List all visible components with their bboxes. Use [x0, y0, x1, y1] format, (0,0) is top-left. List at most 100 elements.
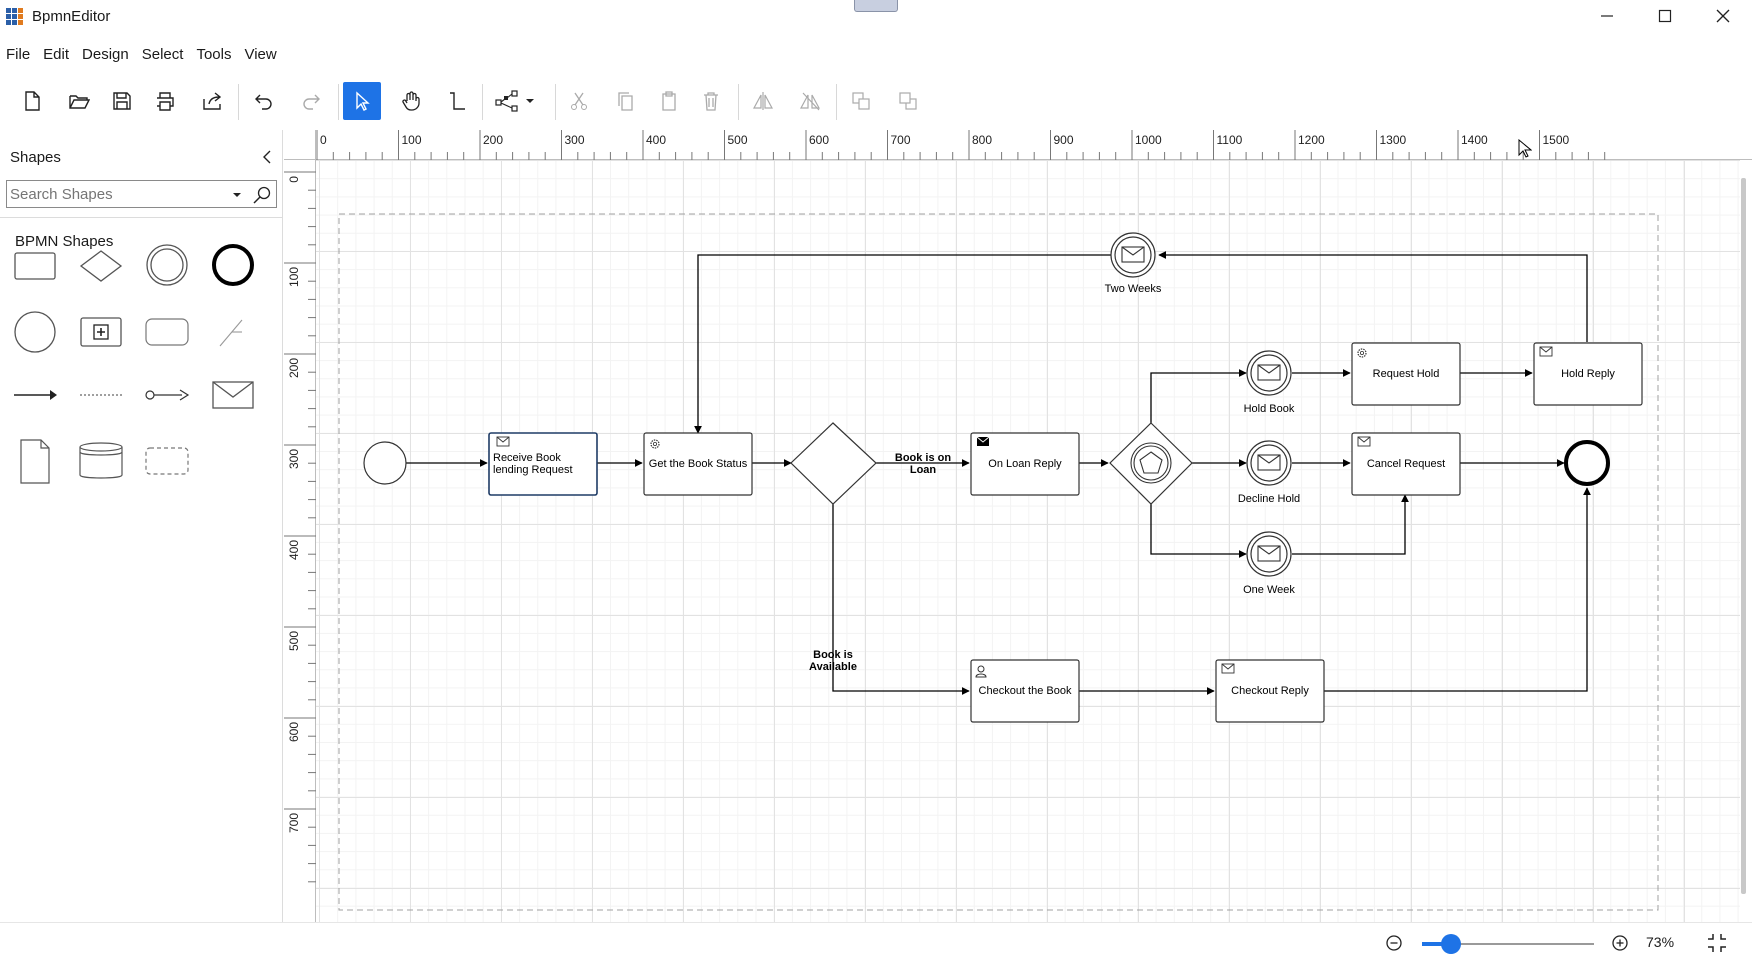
- message-envelope-icon: [212, 381, 254, 409]
- ruler-tick-label: 1500: [1543, 133, 1570, 147]
- cut-button[interactable]: [560, 82, 598, 120]
- ruler-tick-label: 1200: [1298, 133, 1325, 147]
- app-icon: [6, 8, 23, 25]
- title-bar: BpmnEditor: [0, 0, 1752, 34]
- vertical-scrollbar[interactable]: [1741, 178, 1746, 894]
- search-input[interactable]: [10, 184, 224, 204]
- flip-vertical-button[interactable]: [791, 82, 829, 120]
- flip-horizontal-button[interactable]: [744, 82, 782, 120]
- palette-rounded-task[interactable]: [139, 305, 195, 359]
- palette-message[interactable]: [205, 368, 261, 422]
- palette-data-object[interactable]: [7, 434, 63, 488]
- menu-tools[interactable]: Tools: [190, 40, 238, 68]
- exclusive-gateway: [790, 422, 877, 505]
- copy-button[interactable]: [607, 82, 645, 120]
- send-backward-button[interactable]: [889, 82, 927, 120]
- zoom-out-button[interactable]: [1384, 933, 1404, 953]
- open-button[interactable]: [60, 82, 98, 120]
- layout-dropdown-button[interactable]: [490, 82, 542, 120]
- trash-icon: [704, 92, 718, 111]
- page-boundary: [338, 213, 1659, 911]
- vertical-ruler[interactable]: 0 100 200 300 400 500 600 700: [284, 160, 316, 922]
- cut-icon: [571, 92, 587, 110]
- print-button[interactable]: [146, 82, 184, 120]
- menu-view[interactable]: View: [238, 40, 283, 68]
- palette-data-store[interactable]: [73, 434, 129, 488]
- palette-task[interactable]: [7, 238, 63, 292]
- maximize-icon: [1658, 9, 1672, 23]
- palette-message-flow[interactable]: [139, 368, 195, 422]
- collapse-panel-button[interactable]: [256, 146, 278, 168]
- palette-association[interactable]: [205, 305, 261, 359]
- ruler-tick-label: 700: [891, 133, 911, 147]
- new-file-button[interactable]: [13, 82, 51, 120]
- subprocess-icon: [80, 317, 122, 347]
- zoom-out-icon: [1386, 935, 1402, 951]
- diagram-canvas[interactable]: Receive Book lending Request Get the Boo…: [316, 160, 1740, 922]
- message-flow-icon: [145, 389, 190, 401]
- window-drag-handle[interactable]: [854, 0, 898, 12]
- label-hold-book: Hold Book: [1243, 403, 1295, 415]
- horizontal-ruler-scale: 0 100 200 300 400 500 600 700 800 900 1000 1100 1200…: [316, 130, 1606, 160]
- palette-subprocess[interactable]: [73, 305, 129, 359]
- diagram-svg: [338, 213, 1659, 911]
- task-shape-icon: [14, 252, 56, 280]
- shapes-panel-title: Shapes: [10, 149, 61, 166]
- flip-vertical-icon: [799, 92, 821, 111]
- select-tool-button[interactable]: [343, 82, 381, 120]
- new-file-icon: [25, 91, 40, 111]
- menu-select[interactable]: Select: [136, 40, 191, 68]
- save-icon: [113, 92, 131, 110]
- window-title: BpmnEditor: [32, 8, 111, 25]
- search-dropdown-button[interactable]: [229, 187, 245, 203]
- edge-label-available: Book is Available: [809, 649, 857, 673]
- ruler-tick-label: 600: [287, 722, 301, 742]
- palette-sequence-flow[interactable]: [7, 368, 63, 422]
- menu-design[interactable]: Design: [76, 40, 136, 68]
- connector-icon: [450, 92, 465, 110]
- maximize-button[interactable]: [1636, 0, 1694, 32]
- delete-button[interactable]: [692, 82, 730, 120]
- zoom-slider[interactable]: [1422, 934, 1594, 954]
- zoom-slider-thumb[interactable]: [1441, 934, 1462, 954]
- horizontal-ruler[interactable]: 0 100 200 300 400 500 600 700 800 900 1000 1100 1200…: [316, 130, 1752, 160]
- ruler-tick-label: 100: [402, 133, 422, 147]
- connector-tool-button[interactable]: [438, 82, 476, 120]
- rounded-task-icon: [145, 318, 189, 346]
- chevron-left-icon: [263, 150, 271, 164]
- palette-default-flow[interactable]: [73, 368, 129, 422]
- bring-forward-icon: [852, 92, 870, 110]
- zoom-in-button[interactable]: [1610, 933, 1630, 953]
- search-button[interactable]: [251, 184, 273, 206]
- palette-intermediate-event[interactable]: [139, 238, 195, 292]
- flow-twoweeks-to-status: [694, 254, 1113, 434]
- menu-edit[interactable]: Edit: [37, 40, 76, 68]
- label-checkout-reply: Checkout Reply: [1231, 685, 1309, 697]
- palette-end-event[interactable]: [205, 238, 261, 292]
- group-icon: [145, 447, 189, 475]
- export-button[interactable]: [193, 82, 231, 120]
- redo-button[interactable]: [292, 82, 330, 120]
- ruler-tick-label: 1000: [1135, 133, 1162, 147]
- save-button[interactable]: [103, 82, 141, 120]
- minimize-button[interactable]: [1578, 0, 1636, 32]
- end-event-icon: [212, 244, 254, 286]
- menu-file[interactable]: File: [0, 40, 37, 68]
- paste-button[interactable]: [650, 82, 688, 120]
- start-event-icon: [14, 311, 56, 353]
- undo-button[interactable]: [245, 82, 283, 120]
- pan-tool-button[interactable]: [392, 82, 430, 120]
- end-event: [1564, 440, 1610, 486]
- flow-checkoutreply-to-end: [1324, 487, 1591, 692]
- fit-to-page-button[interactable]: [1705, 931, 1729, 955]
- palette-start-event[interactable]: [7, 305, 63, 359]
- palette-group[interactable]: [139, 434, 195, 488]
- palette-gateway[interactable]: [73, 238, 129, 292]
- ruler-tick-label: 800: [972, 133, 992, 147]
- ruler-tick-label: 1100: [1217, 133, 1243, 147]
- search-icon: [253, 186, 271, 204]
- close-button[interactable]: [1694, 0, 1752, 32]
- paste-icon: [662, 91, 676, 111]
- bring-forward-button[interactable]: [842, 82, 880, 120]
- label-hold-reply: Hold Reply: [1561, 368, 1615, 380]
